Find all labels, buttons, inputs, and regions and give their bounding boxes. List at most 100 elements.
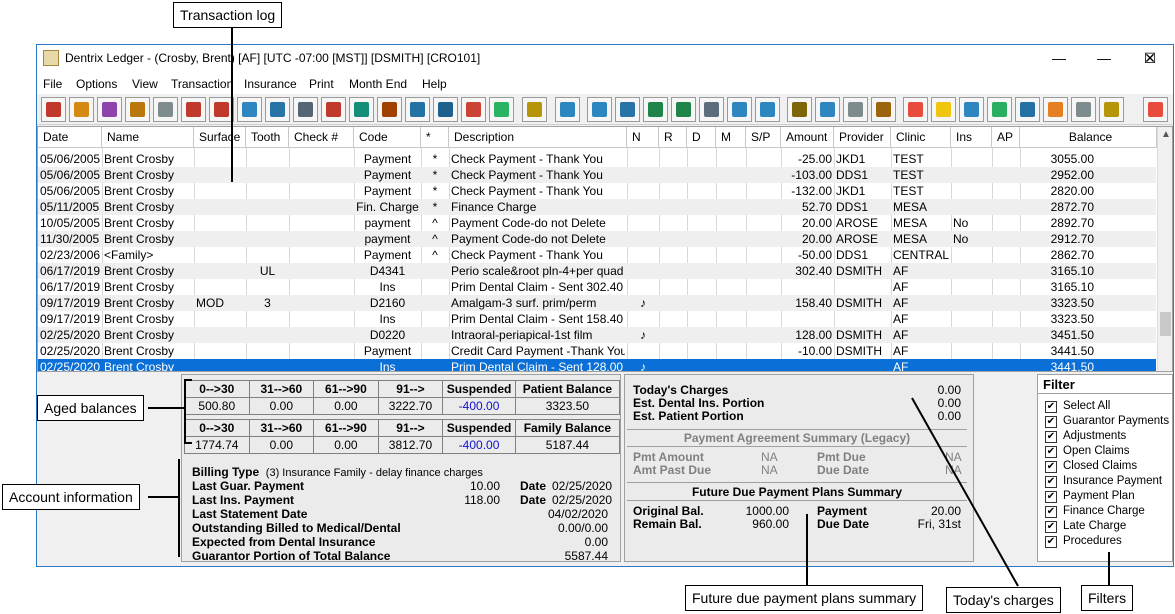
column-header-d[interactable]: D: [687, 127, 716, 148]
column-header-date[interactable]: Date: [38, 127, 102, 148]
table-row[interactable]: 10/05/2005 Brent Crosby payment ^ Payment Co…: [38, 215, 1156, 231]
filter-checkbox[interactable]: ✔: [1045, 401, 1057, 413]
column-header-balance[interactable]: Balance: [1020, 127, 1157, 148]
table-row[interactable]: 02/25/2020 Brent Crosby D0220 Intraoral-per…: [38, 327, 1156, 343]
people-button[interactable]: [1099, 97, 1124, 122]
column-header-[interactable]: *: [421, 127, 449, 148]
book-button[interactable]: [97, 97, 122, 122]
folder-button[interactable]: [69, 97, 94, 122]
filter-checkbox[interactable]: ✔: [1045, 521, 1057, 533]
list-button[interactable]: [293, 97, 318, 122]
pencil-button[interactable]: [349, 97, 374, 122]
walk-button[interactable]: [787, 97, 812, 122]
calc-button[interactable]: [959, 97, 984, 122]
column-header-ap[interactable]: AP: [992, 127, 1020, 148]
filter-option[interactable]: ✔ Late Charge: [1045, 520, 1171, 534]
column-header-ins[interactable]: Ins: [951, 127, 992, 148]
ins-batch-button[interactable]: [755, 97, 780, 122]
scroll-thumb[interactable]: [1160, 312, 1171, 336]
chat-button[interactable]: [489, 97, 514, 122]
close-button[interactable]: ✕: [1127, 45, 1173, 72]
filter-option[interactable]: ✔ Payment Plan: [1045, 490, 1171, 504]
refresh-button[interactable]: [587, 97, 612, 122]
column-header-m[interactable]: M: [716, 127, 746, 148]
arrow-button[interactable]: [987, 97, 1012, 122]
rx-button[interactable]: [321, 97, 346, 122]
pen-button[interactable]: [153, 97, 178, 122]
table-row[interactable]: 06/17/2019 Brent Crosby UL D4341 Perio scale…: [38, 263, 1156, 279]
apple-button[interactable]: [461, 97, 486, 122]
medical-button[interactable]: [903, 97, 928, 122]
chair-button[interactable]: [125, 97, 150, 122]
column-header-n[interactable]: N: [627, 127, 659, 148]
table-row[interactable]: 02/25/2020 Brent Crosby Payment Credit Card…: [38, 343, 1156, 359]
transfer-button[interactable]: [405, 97, 430, 122]
menu-options[interactable]: Options: [76, 77, 117, 91]
table-row[interactable]: 06/17/2019 Brent Crosby Ins Prim Dental Cla…: [38, 279, 1156, 295]
menu-view[interactable]: View: [132, 77, 158, 91]
vertical-scrollbar[interactable]: ▲: [1157, 127, 1172, 371]
filter-checkbox[interactable]: ✔: [1045, 461, 1057, 473]
table-row[interactable]: 05/11/2005 Brent Crosby Fin. Charge * Financ…: [38, 199, 1156, 215]
menu-transaction[interactable]: Transaction: [171, 77, 233, 91]
menu-help[interactable]: Help: [422, 77, 447, 91]
claim-button[interactable]: [699, 97, 724, 122]
person-button[interactable]: [555, 97, 580, 122]
filter-option[interactable]: ✔ Adjustments: [1045, 430, 1171, 444]
exit-button[interactable]: [1143, 97, 1168, 122]
notes-button[interactable]: [931, 97, 956, 122]
family-card-button[interactable]: [1071, 97, 1096, 122]
minimize-button[interactable]: —: [1081, 45, 1127, 72]
menu-file[interactable]: File: [43, 77, 62, 91]
filter-option[interactable]: ✔ Open Claims: [1045, 445, 1171, 459]
table-row[interactable]: 05/06/2005 Brent Crosby Payment * Check Paym…: [38, 167, 1156, 183]
table-row[interactable]: 09/17/2019 Brent Crosby MOD 3 D2160 Amalgam-3…: [38, 295, 1156, 311]
menu-print[interactable]: Print: [309, 77, 334, 91]
filter-option[interactable]: ✔ Finance Charge: [1045, 505, 1171, 519]
email-button[interactable]: [265, 97, 290, 122]
column-header-description[interactable]: Description: [449, 127, 627, 148]
filter-option[interactable]: ✔ Select All: [1045, 400, 1171, 414]
column-header-name[interactable]: Name: [102, 127, 194, 148]
filter-checkbox[interactable]: ✔: [1045, 506, 1057, 518]
g-button[interactable]: [615, 97, 640, 122]
family-button[interactable]: [843, 97, 868, 122]
g-green-button[interactable]: [671, 97, 696, 122]
stack-button[interactable]: [377, 97, 402, 122]
column-header-amount[interactable]: Amount: [781, 127, 834, 148]
column-header-r[interactable]: R: [659, 127, 687, 148]
filter-option[interactable]: ✔ Guarantor Payments: [1045, 415, 1171, 429]
tooth-button[interactable]: [433, 97, 458, 122]
minimize-button[interactable]: —: [1036, 45, 1082, 72]
pen-green-button[interactable]: [643, 97, 668, 122]
menu-insurance[interactable]: Insurance: [244, 77, 297, 91]
table-row[interactable]: 09/17/2019 Brent Crosby Ins Prim Dental Cla…: [38, 311, 1156, 327]
patient-button[interactable]: [41, 97, 66, 122]
filter-checkbox[interactable]: ✔: [1045, 446, 1057, 458]
dollar-help-button[interactable]: [1043, 97, 1068, 122]
filter-checkbox[interactable]: ✔: [1045, 416, 1057, 428]
scroll-up-icon[interactable]: ▲: [1161, 129, 1171, 140]
column-header-surface[interactable]: Surface: [194, 127, 246, 148]
filter-checkbox[interactable]: ✔: [1045, 536, 1057, 548]
table-row[interactable]: 02/25/2020 Brent Crosby Ins Prim Dental Cla…: [38, 359, 1156, 371]
table-row[interactable]: 02/23/2006 <Family> Payment ^ Check Payment …: [38, 247, 1156, 263]
filter-option[interactable]: ✔ Procedures: [1045, 535, 1171, 549]
column-header-tooth[interactable]: Tooth: [246, 127, 289, 148]
table-row[interactable]: 05/06/2005 Brent Crosby Payment * Check Paym…: [38, 151, 1156, 167]
column-header-code[interactable]: Code: [354, 127, 421, 148]
bank-button[interactable]: [522, 97, 547, 122]
door-button[interactable]: [871, 97, 896, 122]
column-header-s-p[interactable]: S/P: [746, 127, 781, 148]
info-button[interactable]: [1015, 97, 1040, 122]
filter-option[interactable]: ✔ Closed Claims: [1045, 460, 1171, 474]
ins-button[interactable]: [727, 97, 752, 122]
filter-checkbox[interactable]: ✔: [1045, 476, 1057, 488]
card-button[interactable]: [181, 97, 206, 122]
filter-option[interactable]: ✔ Insurance Payment: [1045, 475, 1171, 489]
note-button[interactable]: [237, 97, 262, 122]
filter-checkbox[interactable]: ✔: [1045, 431, 1057, 443]
filter-checkbox[interactable]: ✔: [1045, 491, 1057, 503]
column-header-clinic[interactable]: Clinic: [891, 127, 951, 148]
table-row[interactable]: 11/30/2005 Brent Crosby payment ^ Payment Co…: [38, 231, 1156, 247]
